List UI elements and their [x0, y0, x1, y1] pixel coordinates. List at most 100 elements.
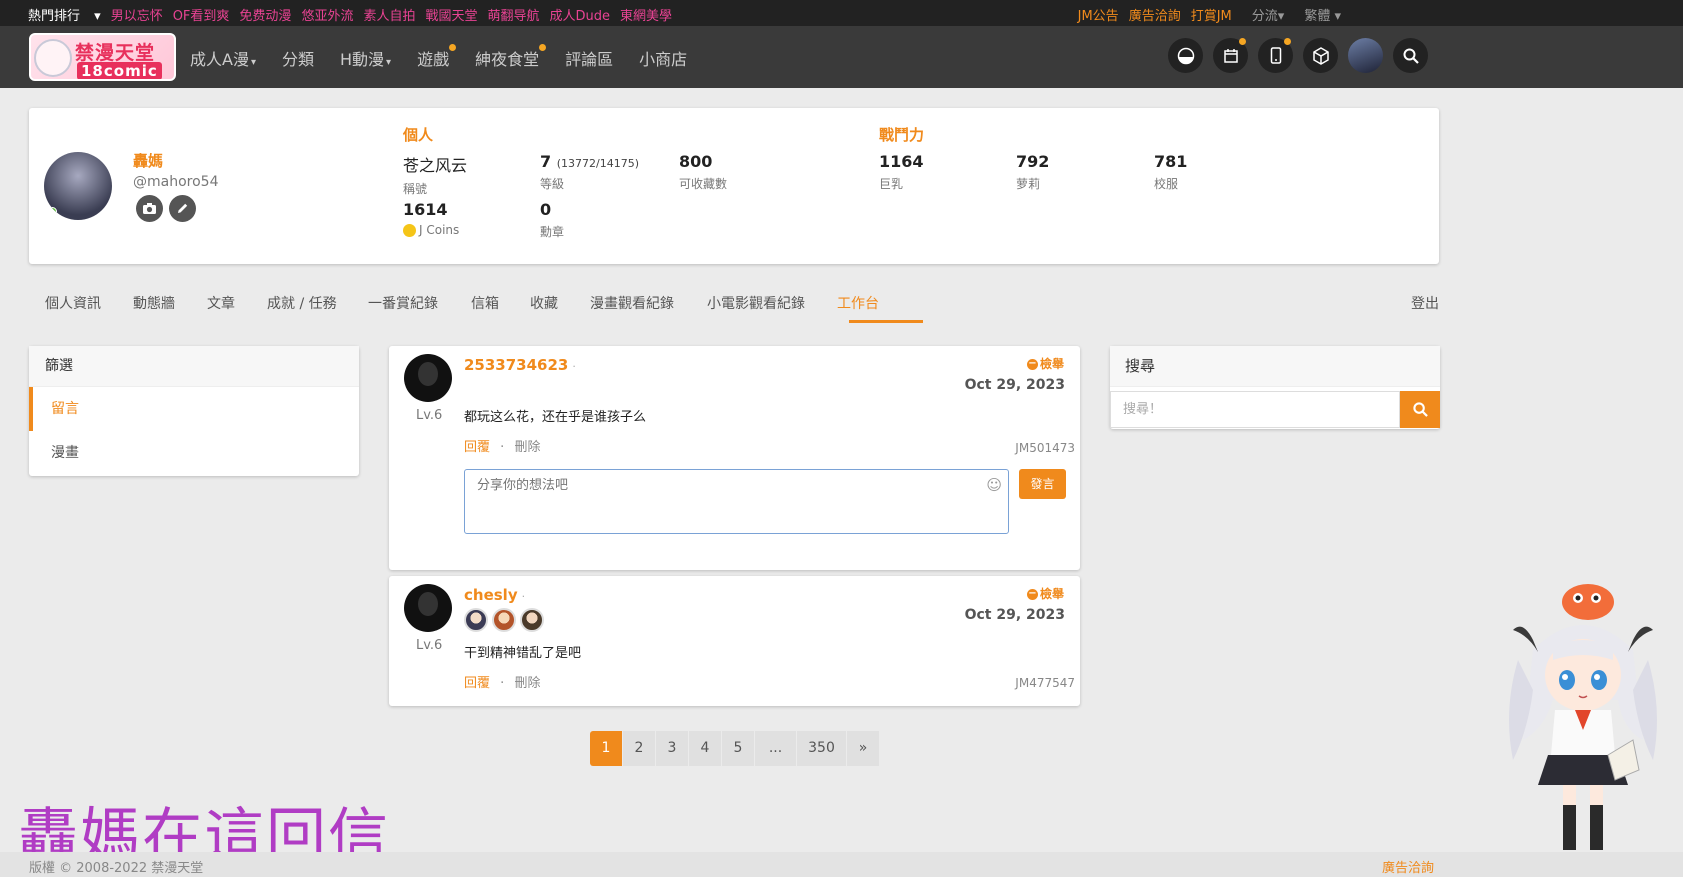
- commenter-name[interactable]: 2533734623: [464, 356, 568, 374]
- stat-label: 萝莉: [1016, 177, 1041, 191]
- nav-item-games[interactable]: 遊戲: [417, 44, 457, 70]
- site-logo[interactable]: 禁漫天堂 18comic: [29, 33, 176, 81]
- stat-value: 0: [540, 200, 552, 219]
- page-2[interactable]: 2: [623, 731, 656, 766]
- tab-favorites[interactable]: 收藏: [530, 293, 558, 313]
- page-5[interactable]: 5: [722, 731, 755, 766]
- comment-text: 都玩这么花，还在乎是谁孩子么: [464, 410, 647, 425]
- nav-item-adult-comics[interactable]: 成人A漫 ▾: [190, 46, 256, 70]
- mirror-menu[interactable]: 分流▾: [1242, 5, 1285, 24]
- top-link[interactable]: 悠亚外流: [301, 5, 353, 24]
- reply-link[interactable]: 回覆: [464, 440, 490, 455]
- calendar-button[interactable]: [1213, 38, 1248, 73]
- report-button[interactable]: − 檢舉: [1026, 355, 1064, 372]
- separator-dot: ·: [572, 360, 576, 373]
- tab-profile-info[interactable]: 個人資訊: [45, 293, 101, 313]
- delete-link[interactable]: 刪除: [514, 676, 540, 691]
- hot-ranking-label: 熱門排行: [28, 9, 81, 24]
- stat-power-1: 1164 巨乳: [879, 152, 924, 192]
- reply-link[interactable]: 回覆: [464, 676, 490, 691]
- comment-id: JM477547: [1015, 676, 1075, 690]
- reply-textarea[interactable]: ☺: [464, 469, 1009, 534]
- nav-item-h-anime[interactable]: H動漫 ▾: [340, 46, 391, 70]
- nav-item-comments[interactable]: 評論區: [565, 46, 613, 70]
- page-last[interactable]: 350: [797, 731, 847, 766]
- language-menu[interactable]: 繁體 ▾: [1294, 5, 1341, 24]
- camera-icon: [143, 203, 156, 214]
- mobile-app-button[interactable]: [1258, 38, 1293, 73]
- pencil-icon: [178, 203, 188, 213]
- tab-mailbox[interactable]: 信箱: [471, 293, 499, 313]
- theme-toggle-button[interactable]: [1168, 38, 1203, 73]
- search-icon: [1412, 402, 1428, 417]
- tab-ichiban-records[interactable]: 一番賞紀錄: [368, 293, 438, 313]
- logout-link[interactable]: 登出: [1411, 293, 1439, 313]
- nav-item-categories[interactable]: 分類: [282, 46, 314, 70]
- top-link[interactable]: 東網美學: [620, 5, 672, 24]
- minus-circle-icon: −: [1026, 358, 1038, 370]
- tab-activity-wall[interactable]: 動態牆: [133, 293, 175, 313]
- tab-workbench[interactable]: 工作台: [837, 293, 879, 313]
- delete-link[interactable]: 刪除: [514, 440, 540, 455]
- top-link[interactable]: 萌翻导航: [487, 5, 539, 24]
- copyright-text: 版權 © 2008-2022 禁漫天堂: [29, 861, 204, 876]
- search-submit-button[interactable]: [1400, 391, 1440, 428]
- dice-icon: [1312, 46, 1329, 65]
- pagination: 1 2 3 4 5 ... 350 »: [590, 731, 880, 766]
- random-button[interactable]: [1303, 38, 1338, 73]
- filter-item-comments[interactable]: 留言: [29, 387, 359, 431]
- commenter-avatar[interactable]: [404, 584, 452, 632]
- send-button[interactable]: 發言: [1019, 469, 1066, 499]
- active-tab-indicator: [849, 320, 923, 323]
- page-1[interactable]: 1: [590, 731, 623, 766]
- commenter-name[interactable]: chesly: [464, 586, 518, 604]
- top-link[interactable]: 男以忘怀: [111, 5, 163, 24]
- edit-profile-button[interactable]: [169, 195, 196, 222]
- top-link[interactable]: 素人自拍: [363, 5, 415, 24]
- footer-ad-link[interactable]: 廣告洽詢: [1382, 857, 1434, 876]
- ad-inquiry-link[interactable]: 廣告洽詢: [1129, 5, 1181, 24]
- personal-section-title: 個人: [403, 126, 434, 144]
- top-link[interactable]: 戰國天堂: [425, 5, 477, 24]
- page-3[interactable]: 3: [656, 731, 689, 766]
- top-link[interactable]: OF看到爽: [173, 5, 230, 24]
- emoji-icon[interactable]: ☺: [986, 476, 1002, 494]
- stat-coins: 1614 J Coins: [403, 200, 459, 237]
- stat-label: 可收藏數: [679, 177, 728, 191]
- nav-label: 分類: [281, 50, 314, 69]
- search-button[interactable]: [1393, 38, 1428, 73]
- nav-label: 小商店: [639, 50, 688, 69]
- nav-label: H動漫: [340, 50, 385, 69]
- stat-value: 苍之风云: [403, 156, 468, 175]
- stat-power-3: 781 校服: [1154, 152, 1187, 192]
- tab-comic-history[interactable]: 漫畫觀看紀錄: [590, 293, 674, 313]
- stat-value: 7: [540, 152, 552, 171]
- stat-label: 巨乳: [879, 177, 904, 191]
- nav-item-shop[interactable]: 小商店: [639, 46, 687, 70]
- donate-link[interactable]: 打賞JM: [1191, 5, 1232, 24]
- tab-articles[interactable]: 文章: [207, 293, 235, 313]
- tab-achievements[interactable]: 成就 / 任務: [267, 293, 337, 313]
- stat-power-2: 792 萝莉: [1016, 152, 1049, 192]
- logo-mascot: [34, 39, 72, 77]
- search-input[interactable]: 搜尋！: [1110, 391, 1400, 428]
- minus-circle-icon: −: [1026, 588, 1038, 600]
- mascot-character-icon: [1509, 584, 1657, 850]
- change-photo-button[interactable]: [136, 195, 163, 222]
- page-next[interactable]: »: [847, 731, 880, 766]
- top-link[interactable]: 成人Dude: [550, 5, 611, 24]
- mobile-icon: [1270, 47, 1281, 64]
- nav-item-night-canteen[interactable]: 紳夜食堂: [475, 44, 547, 70]
- badge-icon: [464, 608, 488, 632]
- profile-tabs: 個人資訊 動態牆 文章 成就 / 任務 一番賞紀錄 信箱 收藏 漫畫觀看紀錄 小…: [29, 290, 1439, 326]
- user-avatar[interactable]: [1348, 38, 1383, 73]
- top-link[interactable]: 免费动漫: [239, 5, 291, 24]
- hot-ranking-menu[interactable]: 熱門排行 ▾: [28, 5, 101, 24]
- commenter-avatar[interactable]: [404, 354, 452, 402]
- reply-input[interactable]: [477, 478, 957, 493]
- announcement-link[interactable]: JM公告: [1078, 5, 1119, 24]
- filter-item-comics[interactable]: 漫畫: [29, 431, 359, 475]
- report-button[interactable]: − 檢舉: [1026, 585, 1064, 602]
- tab-video-history[interactable]: 小電影觀看紀錄: [707, 293, 805, 313]
- page-4[interactable]: 4: [689, 731, 722, 766]
